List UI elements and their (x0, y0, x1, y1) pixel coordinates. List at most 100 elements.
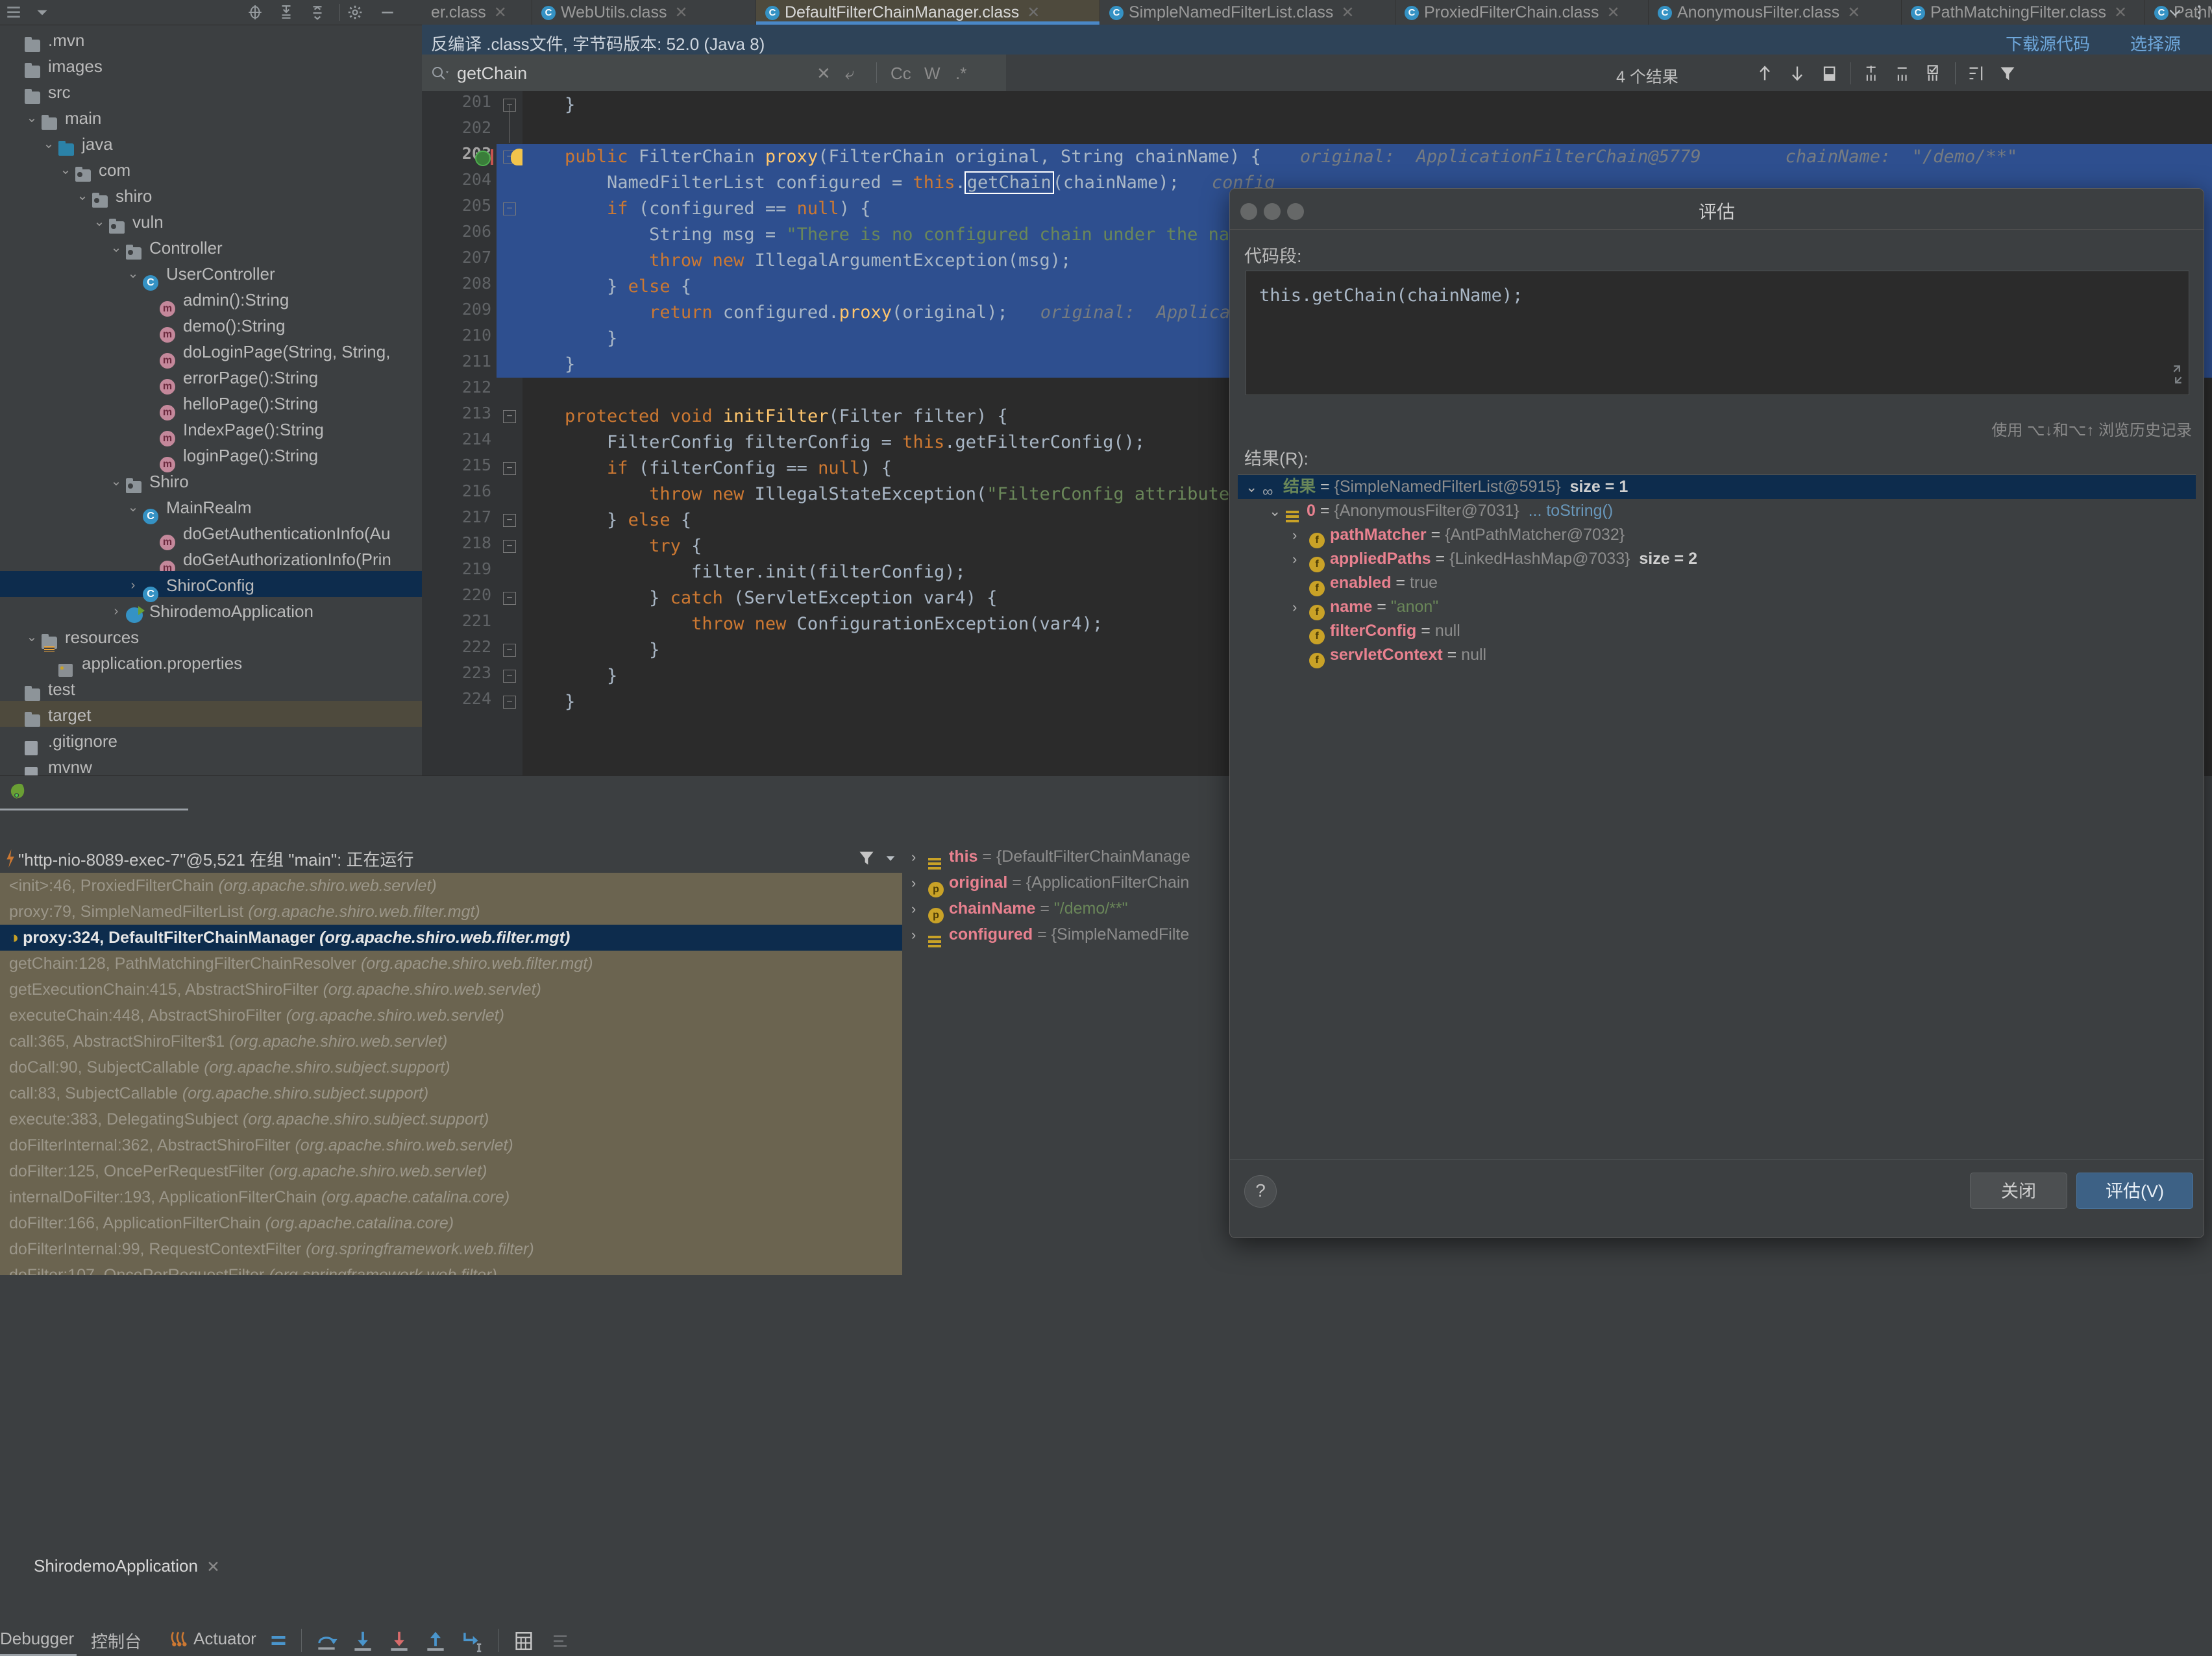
result-tree-row[interactable]: f enabled = true (1238, 571, 2196, 596)
tree-item[interactable]: m helloPage():String (0, 389, 422, 421)
evaluate-button[interactable]: 评估(V) (2076, 1173, 2193, 1209)
mute-breakpoints-icon[interactable] (549, 1631, 571, 1651)
expand-chevron-icon[interactable]: › (911, 870, 928, 896)
tree-item[interactable]: .gitignore (0, 727, 422, 756)
fold-marker[interactable]: − (503, 540, 516, 553)
fold-marker[interactable]: − (503, 410, 516, 423)
tree-item[interactable]: m demo():String (0, 311, 422, 343)
tree-item[interactable]: ⌄C MainRealm (0, 493, 422, 525)
tree-twisty[interactable]: ⌄ (22, 105, 42, 131)
stack-frame-row[interactable]: call:83, SubjectCallable (org.apache.shi… (0, 1080, 902, 1106)
arrow-down-icon[interactable] (1788, 64, 1806, 83)
close-button[interactable]: 关闭 (1970, 1173, 2067, 1209)
force-step-into-icon[interactable] (387, 1629, 412, 1653)
fold-marker[interactable]: − (503, 644, 516, 657)
expand-chevron-icon[interactable]: › (1292, 523, 1309, 547)
tab-actuator[interactable]: Actuator (193, 1629, 256, 1649)
tree-item[interactable]: src (0, 78, 422, 104)
kebab-menu-icon[interactable] (2193, 3, 2206, 22)
stack-frame-row[interactable]: call:365, AbstractShiroFilter$1 (org.apa… (0, 1029, 902, 1054)
stack-frame-row[interactable]: doFilterInternal:99, RequestContextFilte… (0, 1236, 902, 1262)
stack-frame-row[interactable]: doCall:90, SubjectCallable (org.apache.s… (0, 1054, 902, 1080)
stack-frame-row[interactable]: internalDoFilter:193, ApplicationFilterC… (0, 1184, 902, 1210)
regex-toggle[interactable]: .* (955, 64, 966, 84)
tree-twisty[interactable]: ⌄ (22, 624, 42, 650)
fold-marker[interactable]: − (503, 462, 516, 475)
tree-item[interactable]: ⌄ com (0, 156, 422, 182)
editor-tab[interactable]: er.class ✕ (422, 0, 532, 25)
fold-marker[interactable]: − (503, 202, 516, 215)
result-tree-row[interactable]: f servletContext = null (1238, 643, 2196, 668)
run-to-cursor-icon[interactable] (460, 1629, 484, 1653)
expand-chevron-icon[interactable]: › (911, 922, 928, 948)
chevron-down-icon[interactable] (883, 851, 898, 866)
tree-item[interactable]: test (0, 675, 422, 701)
close-icon[interactable]: ✕ (817, 64, 831, 84)
tree-item[interactable]: ⌄ Controller (0, 234, 422, 260)
add-line-icon[interactable] (1863, 64, 1882, 82)
close-icon[interactable]: ✕ (674, 4, 687, 21)
chevron-down-icon[interactable] (34, 4, 51, 21)
tree-twisty[interactable]: ⌄ (123, 261, 143, 287)
tree-twisty[interactable]: ⌄ (73, 183, 92, 209)
project-view-icon[interactable] (5, 4, 22, 21)
result-tree-row[interactable]: ⌄ 0 = {AnonymousFilter@7031} ... toString… (1238, 499, 2196, 523)
result-tree-row[interactable]: f filterConfig = null (1238, 619, 2196, 644)
run-configuration-tab[interactable]: ShirodemoApplication ✕ (0, 775, 422, 1576)
hide-icon[interactable] (379, 4, 396, 21)
tree-item[interactable]: mvnw (0, 753, 422, 782)
expand-editor-icon[interactable] (2169, 363, 2186, 385)
editor-tab[interactable]: C WebUtils.class ✕ (532, 0, 756, 25)
tree-item[interactable]: m IndexPage():String (0, 415, 422, 447)
remove-line-icon[interactable] (1894, 64, 1913, 82)
tree-twisty[interactable]: ⌄ (39, 131, 58, 157)
tree-item[interactable]: m errorPage():String (0, 363, 422, 395)
expand-chevron-icon[interactable]: › (1292, 547, 1309, 571)
close-icon[interactable]: ✕ (206, 1557, 220, 1577)
tree-twisty[interactable]: ⌄ (106, 235, 126, 261)
tree-item[interactable]: .mvn (0, 26, 422, 53)
select-all-icon[interactable] (1820, 64, 1838, 82)
code-fragment-input[interactable]: this.getChain(chainName); (1246, 271, 2189, 395)
result-tree-row[interactable]: › f appliedPaths = {LinkedHashMap@7033} si… (1238, 547, 2196, 572)
evaluate-icon[interactable] (513, 1630, 535, 1652)
locate-icon[interactable] (247, 4, 264, 21)
tree-item[interactable]: ›C ShiroConfig (0, 571, 422, 603)
result-tree-row[interactable]: › f name = "anon" (1238, 595, 2196, 620)
frames-layout-icon[interactable] (267, 1631, 289, 1650)
expand-all-icon[interactable] (278, 4, 295, 21)
filter-icon[interactable] (1998, 64, 2017, 82)
sort-icon[interactable] (1967, 64, 1986, 82)
gear-icon[interactable] (347, 4, 363, 21)
tree-twisty[interactable]: ⌄ (90, 209, 109, 235)
expand-chevron-icon[interactable]: › (911, 844, 928, 870)
expand-chevron-icon[interactable]: ⌄ (1269, 499, 1286, 523)
editor-tab[interactable]: C PathMatchingFilter.class ✕ (1902, 0, 2145, 25)
tree-item[interactable]: target (0, 701, 422, 727)
check-line-icon[interactable] (1924, 64, 1944, 82)
stack-frame-row[interactable]: getChain:128, PathMatchingFilterChainRes… (0, 951, 902, 977)
variable-row[interactable]: › p original = {ApplicationFilterChain (902, 870, 1240, 897)
tree-item[interactable]: › ShirodemoApplication (0, 597, 422, 624)
whole-words-toggle[interactable]: W (924, 64, 940, 84)
tree-item[interactable]: ⌄C UserController (0, 260, 422, 291)
tree-twisty[interactable]: ⌄ (123, 494, 143, 520)
tab-console[interactable]: 控制台 (91, 1629, 141, 1653)
project-tree[interactable]: .mvn images src ⌄ main ⌄ java ⌄ com ⌄ shiro ⌄ vuln ⌄ C… (0, 26, 422, 782)
variable-row[interactable]: › p chainName = "/demo/**" (902, 895, 1240, 923)
editor-tab[interactable]: C AnonymousFilter.class ✕ (1649, 0, 1902, 25)
stack-frame-row[interactable]: ◑ proxy:324, DefaultFilterChainManager (o… (0, 925, 902, 951)
tree-item[interactable]: m admin():String (0, 286, 422, 317)
find-input[interactable]: getChain ✕ ⤶ Cc W .* (422, 55, 1006, 91)
tree-item[interactable]: m doGetAuthorizationInfo(Prin (0, 545, 422, 577)
tree-item[interactable]: ⌄ java (0, 130, 422, 156)
variable-row[interactable]: › this = {DefaultFilterChainManage (902, 844, 1240, 870)
tree-item[interactable]: m loginPage():String (0, 441, 422, 473)
tree-twisty[interactable]: › (123, 572, 143, 598)
tree-twisty[interactable]: ⌄ (56, 157, 75, 183)
tab-debugger[interactable]: Debugger (0, 1629, 74, 1649)
variable-row[interactable]: › configured = {SimpleNamedFilte (902, 921, 1240, 947)
fold-marker[interactable]: − (503, 514, 516, 527)
stack-frame-row[interactable]: doFilter:125, OncePerRequestFilter (org.… (0, 1158, 902, 1184)
history-icon[interactable]: ⤶ (845, 64, 855, 84)
